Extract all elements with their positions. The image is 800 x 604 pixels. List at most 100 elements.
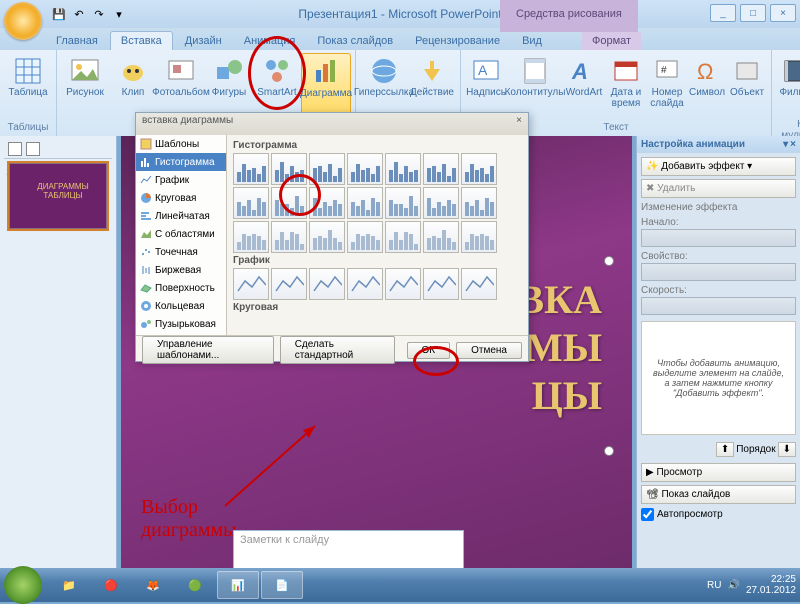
tab-home[interactable]: Главная — [46, 32, 108, 50]
word-task-icon[interactable]: 📄 — [261, 571, 303, 599]
property-combo[interactable] — [641, 263, 796, 281]
hyperlink-button[interactable]: Гиперссылка — [360, 53, 408, 119]
cat-line[interactable]: График — [136, 171, 226, 189]
picture-button[interactable]: Рисунок — [61, 53, 109, 119]
cat-templates[interactable]: Шаблоны — [136, 135, 226, 153]
speed-combo[interactable] — [641, 297, 796, 315]
cancel-button[interactable]: Отмена — [456, 342, 522, 359]
shapes-button[interactable]: Фигуры — [205, 53, 253, 119]
gallery-item[interactable] — [271, 221, 307, 253]
gallery-item[interactable] — [271, 187, 307, 219]
start-combo[interactable] — [641, 229, 796, 247]
tray-time[interactable]: 22:25 — [746, 574, 796, 585]
maximize-button[interactable]: □ — [740, 4, 766, 22]
cat-bar[interactable]: Линейчатая — [136, 207, 226, 225]
cat-pie[interactable]: Круговая — [136, 189, 226, 207]
cat-bubble[interactable]: Пузырьковая — [136, 315, 226, 333]
ok-button[interactable]: ОК — [407, 342, 451, 359]
outline-tab-icon[interactable] — [26, 142, 40, 156]
tab-animation[interactable]: Анимация — [234, 32, 306, 50]
office-button[interactable] — [4, 2, 42, 40]
gallery-item[interactable] — [423, 153, 459, 185]
gallery-item[interactable] — [233, 153, 269, 185]
cat-surface[interactable]: Поверхность — [136, 279, 226, 297]
save-icon[interactable]: 💾 — [50, 5, 68, 23]
gallery-item[interactable] — [461, 268, 497, 300]
gallery-item[interactable] — [461, 153, 497, 185]
tray-flag-icon[interactable]: 🔊 — [727, 580, 739, 591]
datetime-button[interactable]: Дата и время — [605, 53, 647, 119]
manage-templates-button[interactable]: Управление шаблонами... — [142, 336, 274, 364]
explorer-icon[interactable]: 📁 — [49, 572, 89, 598]
qat-more-icon[interactable]: ▾ — [110, 5, 128, 23]
autopreview-checkbox[interactable]: Автопросмотр — [641, 508, 796, 521]
gallery-item[interactable] — [385, 221, 421, 253]
textbox-button[interactable]: AНадпись — [465, 53, 507, 119]
gallery-item[interactable] — [233, 187, 269, 219]
tab-view[interactable]: Вид — [512, 32, 552, 50]
gallery-item[interactable] — [423, 221, 459, 253]
chart-button[interactable]: Диаграмма — [301, 53, 351, 121]
tab-insert[interactable]: Вставка — [110, 31, 173, 50]
preview-button[interactable]: ▶ Просмотр — [641, 463, 796, 482]
selection-handle[interactable] — [604, 256, 614, 266]
gallery-item[interactable] — [423, 268, 459, 300]
tab-slideshow[interactable]: Показ слайдов — [307, 32, 403, 50]
minimize-button[interactable]: _ — [710, 4, 736, 22]
gallery-item[interactable] — [347, 221, 383, 253]
action-button[interactable]: Действие — [408, 53, 456, 119]
album-button[interactable]: Фотоальбом — [157, 53, 205, 119]
powerpoint-task-icon[interactable]: 📊 — [217, 571, 259, 599]
cat-radar[interactable]: Лепестковая — [136, 333, 226, 335]
object-button[interactable]: Объект — [727, 53, 767, 119]
gallery-item[interactable] — [309, 153, 345, 185]
cat-doughnut[interactable]: Кольцевая — [136, 297, 226, 315]
gallery-item[interactable] — [385, 268, 421, 300]
clip-button[interactable]: Клип — [109, 53, 157, 119]
gallery-item[interactable] — [271, 268, 307, 300]
gallery-item[interactable] — [271, 153, 307, 185]
cat-stock[interactable]: Биржевая — [136, 261, 226, 279]
pane-close-icon[interactable]: × — [790, 139, 796, 150]
gallery-item[interactable] — [423, 187, 459, 219]
headerfooter-button[interactable]: Колонтитулы — [507, 53, 563, 119]
cat-column[interactable]: Гистограмма — [136, 153, 226, 171]
slideshow-button[interactable]: 📽 Показ слайдов — [641, 485, 796, 504]
symbol-button[interactable]: ΩСимвол — [687, 53, 727, 119]
gallery-item[interactable] — [347, 268, 383, 300]
gallery-item[interactable] — [347, 153, 383, 185]
start-button[interactable] — [4, 566, 42, 604]
gallery-item[interactable] — [385, 187, 421, 219]
movie-button[interactable]: Фильм — [776, 53, 800, 119]
tab-format[interactable]: Формат — [582, 32, 641, 50]
dialog-close-icon[interactable]: × — [516, 115, 522, 133]
reorder-down-button[interactable]: ⬇ — [778, 442, 796, 457]
gallery-item[interactable] — [309, 187, 345, 219]
slidenum-button[interactable]: #Номер слайда — [647, 53, 687, 119]
selection-handle[interactable] — [604, 446, 614, 456]
slide-thumbnail[interactable]: ДИАГРАММЫТАБЛИЦЫ — [9, 163, 107, 229]
gallery-item[interactable] — [461, 187, 497, 219]
tab-design[interactable]: Дизайн — [175, 32, 232, 50]
gallery-item[interactable] — [461, 221, 497, 253]
add-effect-button[interactable]: ✨ Добавить эффект ▾ — [641, 157, 796, 176]
opera-icon[interactable]: 🔴 — [91, 572, 131, 598]
tab-review[interactable]: Рецензирование — [405, 32, 510, 50]
close-button[interactable]: × — [770, 4, 796, 22]
redo-icon[interactable]: ↷ — [90, 5, 108, 23]
gallery-item[interactable] — [309, 221, 345, 253]
gallery-item[interactable] — [309, 268, 345, 300]
gallery-item[interactable] — [233, 221, 269, 253]
cat-area[interactable]: С областями — [136, 225, 226, 243]
pane-dropdown-icon[interactable]: ▾ — [783, 139, 788, 150]
slides-tab-icon[interactable] — [8, 142, 22, 156]
undo-icon[interactable]: ↶ — [70, 5, 88, 23]
slide-canvas[interactable]: ВКА МЫ ЦЫ вставка диаграммы × Шаблоны Ги… — [121, 136, 632, 574]
firefox-icon[interactable]: 🦊 — [133, 572, 173, 598]
table-button[interactable]: Таблица — [4, 53, 52, 119]
app-icon[interactable]: 🟢 — [175, 572, 215, 598]
remove-effect-button[interactable]: ✖ Удалить — [641, 179, 796, 198]
reorder-up-button[interactable]: ⬆ — [716, 442, 734, 457]
gallery-item[interactable] — [385, 153, 421, 185]
gallery-item[interactable] — [347, 187, 383, 219]
